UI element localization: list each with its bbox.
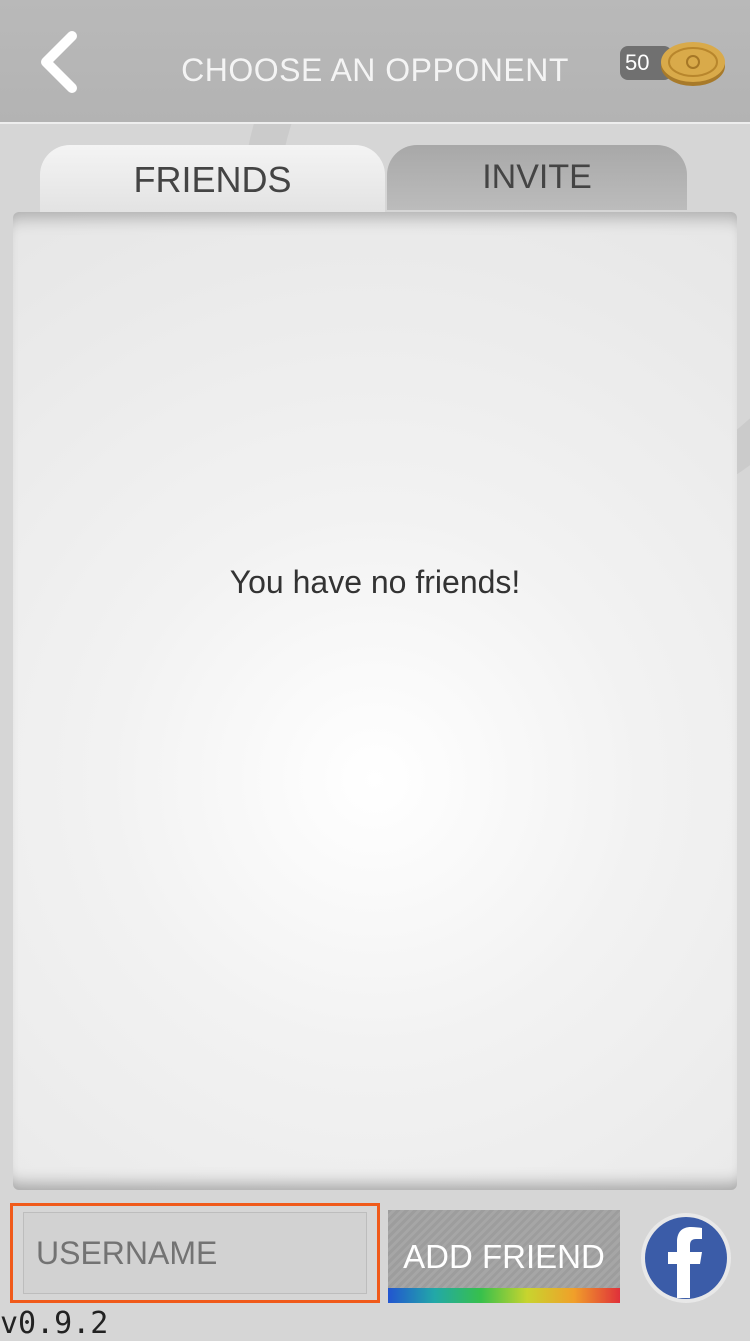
top-bar: CHOOSE AN OPPONENT 50 (0, 0, 750, 124)
version-label: v0.9.2 (0, 1306, 109, 1341)
add-friend-color-strip (388, 1288, 620, 1303)
username-input[interactable] (23, 1212, 367, 1294)
facebook-button[interactable] (640, 1212, 732, 1304)
coin-icon (661, 42, 725, 86)
page-title: CHOOSE AN OPPONENT (181, 52, 569, 88)
tab-friends[interactable]: FRIENDS (40, 145, 385, 215)
tab-invite[interactable]: INVITE (387, 145, 687, 210)
friends-panel: You have no friends! (13, 212, 737, 1190)
empty-friends-message: You have no friends! (229, 564, 521, 600)
back-button[interactable] (36, 30, 86, 94)
facebook-icon (641, 1213, 731, 1303)
chevron-left-icon (41, 31, 77, 93)
username-highlight (10, 1203, 380, 1303)
